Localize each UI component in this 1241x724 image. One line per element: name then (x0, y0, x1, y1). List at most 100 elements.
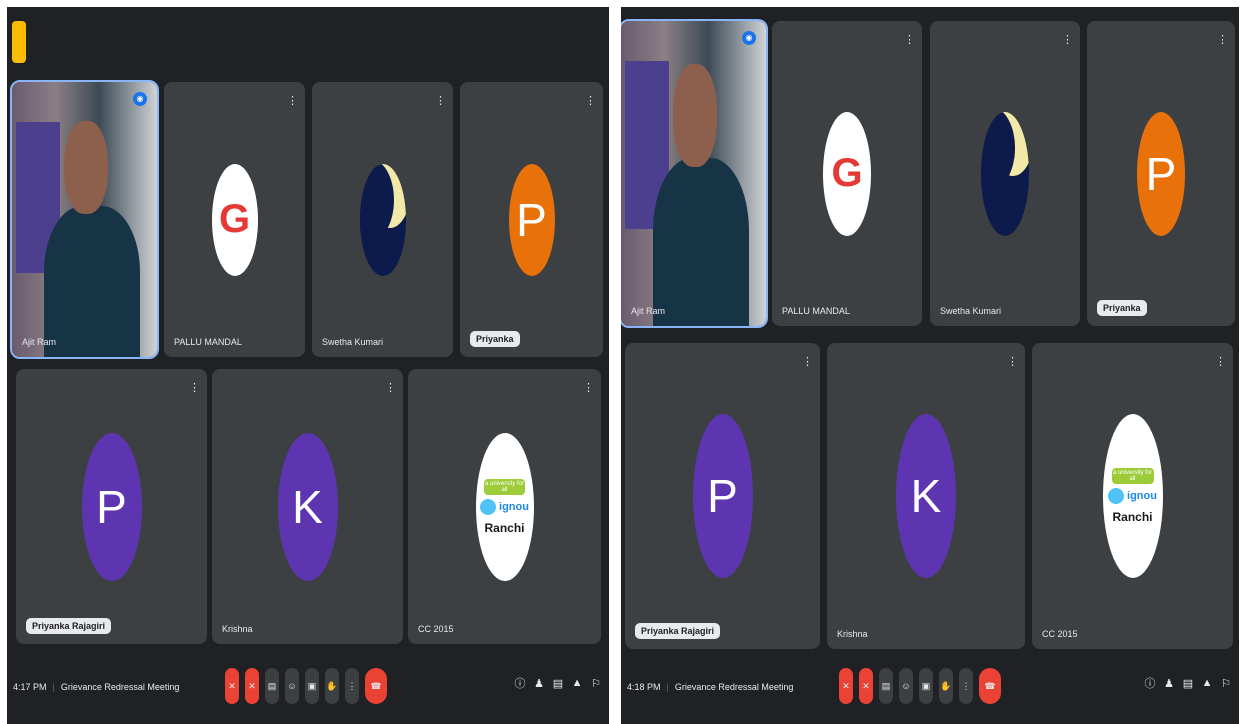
participant-tile[interactable]: ⋮ Swetha Kumari (312, 82, 453, 357)
participant-name: Priyanka Rajagiri (26, 618, 112, 634)
recording-badge (12, 21, 26, 63)
raise-hand-icon[interactable]: ✋ (325, 668, 339, 704)
participant-tile[interactable]: ⋮ P Priyanka (460, 82, 603, 357)
end-call-icon[interactable]: ☎ (979, 668, 1001, 704)
separator: | (52, 682, 55, 692)
participant-name: Priyanka Rajagiri (635, 623, 721, 639)
raise-hand-icon[interactable]: ✋ (939, 668, 953, 704)
host-controls-icon[interactable]: ⚐ (1221, 672, 1231, 694)
participant-video (12, 82, 157, 357)
info-icon[interactable]: ⓘ (1145, 672, 1156, 694)
participant-name: CC 2015 (1042, 629, 1078, 639)
participant-tile-video[interactable]: ◉ Ajit Ram (621, 19, 768, 328)
participant-name: Swetha Kumari (322, 337, 384, 347)
activities-icon[interactable]: ▲ (1202, 672, 1213, 694)
avatar-ignou-logo: a university for all ignou Ranchi (475, 432, 534, 581)
participant-name: Ajit Ram (22, 337, 57, 347)
side-controls: ⓘ ♟ ▤ ▲ ⚐ (515, 672, 601, 694)
participant-video (621, 21, 766, 326)
avatar-letter: P (1137, 111, 1185, 236)
control-bar: 4:17 PM | Grievance Redressal Meeting ✕ ✕ … (7, 652, 609, 724)
participant-tile[interactable]: ⋮ G PALLU MANDAL (164, 82, 305, 357)
avatar-letter: P (692, 414, 753, 578)
people-icon[interactable]: ♟ (1164, 672, 1174, 694)
participant-tile[interactable]: ⋮ P Priyanka (1087, 21, 1235, 326)
activities-icon[interactable]: ▲ (572, 672, 583, 694)
mic-muted-icon: ⋮ (1217, 34, 1228, 46)
mic-muted-icon: ⋮ (904, 34, 915, 46)
moon-shadow (359, 163, 394, 240)
chat-icon[interactable]: ▤ (553, 672, 563, 694)
logo-name: ignou (499, 500, 529, 513)
captions-icon[interactable]: ▤ (879, 668, 893, 704)
avatar-moon (981, 111, 1029, 236)
mic-muted-icon: ⋮ (1062, 34, 1073, 46)
more-options-icon[interactable]: ⋮ (959, 668, 973, 704)
control-bar: 4:18 PM | Grievance Redressal Meeting ✕ ✕ … (621, 652, 1239, 724)
present-icon[interactable]: ▣ (919, 668, 933, 704)
meeting-title: Grievance Redressal Meeting (60, 682, 180, 692)
participant-tile-video[interactable]: ◉ Ajit Ram (10, 80, 159, 359)
side-controls: ⓘ ♟ ▤ ▲ ⚐ (1145, 672, 1231, 694)
meeting-window-right: ◉ Ajit Ram ⋮ G PALLU MANDAL ⋮ Swetha Kum… (621, 7, 1239, 724)
host-controls-icon[interactable]: ⚐ (591, 672, 601, 694)
participant-name: Ajit Ram (631, 306, 666, 316)
participant-tile[interactable]: ⋮ a university for all ignou Ranchi CC 2… (408, 369, 601, 644)
logo-tagline: a university for all (484, 478, 525, 495)
meeting-time: 4:18 PM (627, 682, 661, 692)
participant-name: PALLU MANDAL (174, 337, 242, 347)
avatar-logo-g: G (218, 197, 251, 241)
participant-tile[interactable]: ⋮ Swetha Kumari (930, 21, 1080, 326)
people-icon[interactable]: ♟ (534, 672, 544, 694)
info-icon[interactable]: ⓘ (515, 672, 526, 694)
logo-mark: ignou (1108, 488, 1157, 504)
logo-name: ignou (1127, 490, 1157, 502)
participant-tile[interactable]: ⋮ G PALLU MANDAL (772, 21, 922, 326)
avatar-letter: K (896, 414, 956, 578)
mic-muted-icon: ⋮ (1215, 356, 1226, 368)
meeting-controls: ✕ ✕ ▤ ☺ ▣ ✋ ⋮ ☎ (839, 668, 1001, 704)
participant-name: Priyanka (1097, 300, 1147, 316)
participant-name: CC 2015 (418, 624, 454, 634)
emoji-icon[interactable]: ☺ (899, 668, 913, 704)
meeting-info: 4:17 PM | Grievance Redressal Meeting (13, 682, 179, 692)
avatar-letter: P (81, 432, 142, 581)
present-icon[interactable]: ▣ (305, 668, 319, 704)
participant-tile[interactable]: ⋮ K Krishna (827, 343, 1025, 649)
mic-off-icon[interactable]: ✕ (225, 668, 239, 704)
participant-tile[interactable]: ⋮ P Priyanka Rajagiri (625, 343, 820, 649)
meeting-controls: ✕ ✕ ▤ ☺ ▣ ✋ ⋮ ☎ (225, 668, 387, 704)
person-body (652, 158, 749, 326)
meeting-time: 4:17 PM (13, 682, 47, 692)
captions-icon[interactable]: ▤ (265, 668, 279, 704)
emoji-icon[interactable]: ☺ (285, 668, 299, 704)
camera-off-icon[interactable]: ✕ (859, 668, 873, 704)
mic-off-icon[interactable]: ✕ (839, 668, 853, 704)
avatar: G (211, 163, 258, 276)
avatar-ignou-logo: a university for all ignou Ranchi (1102, 414, 1163, 578)
participant-name: Krishna (222, 624, 253, 634)
chat-icon[interactable]: ▤ (1183, 672, 1193, 694)
more-options-icon[interactable]: ⋮ (345, 668, 359, 704)
logo-circle-icon (1108, 488, 1125, 504)
meeting-window-left: ◉ Ajit Ram ⋮ G PALLU MANDAL ⋮ Swetha Kum… (7, 7, 609, 724)
participant-name: Priyanka (470, 331, 520, 347)
end-call-icon[interactable]: ☎ (365, 668, 387, 704)
moon-shadow (981, 111, 1015, 188)
speaking-indicator-icon: ◉ (742, 31, 756, 45)
avatar: G (823, 111, 871, 236)
person-head (64, 120, 108, 214)
mic-muted-icon: ⋮ (802, 356, 813, 368)
logo-circle-icon (480, 498, 497, 515)
camera-off-icon[interactable]: ✕ (245, 668, 259, 704)
participant-name: Swetha Kumari (940, 306, 1002, 316)
participant-tile[interactable]: ⋮ P Priyanka Rajagiri (16, 369, 207, 644)
separator: | (666, 682, 669, 692)
participant-tile[interactable]: ⋮ a university for all ignou Ranchi CC 2… (1032, 343, 1233, 649)
participant-tile[interactable]: ⋮ K Krishna (212, 369, 403, 644)
mic-muted-icon: ⋮ (583, 382, 594, 394)
mic-muted-icon: ⋮ (385, 382, 396, 394)
meeting-title: Grievance Redressal Meeting (674, 682, 794, 692)
person-body (43, 205, 140, 357)
person-head (673, 63, 717, 168)
